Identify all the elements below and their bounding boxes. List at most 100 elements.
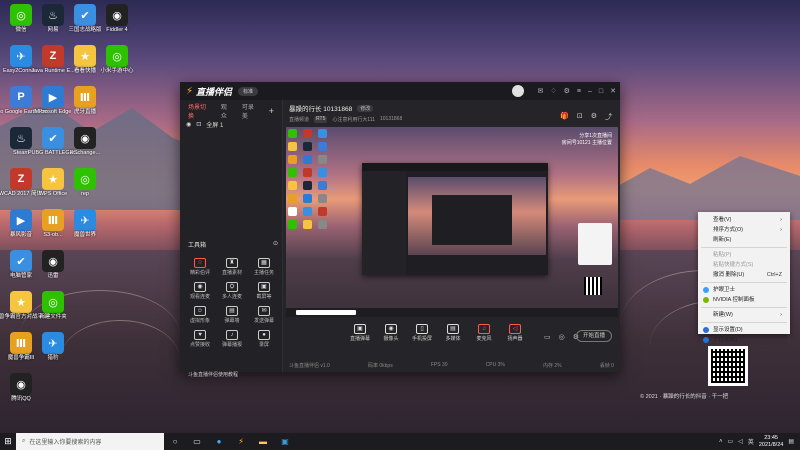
bottom-tool[interactable]: ▯ 手机投屏 <box>408 324 436 348</box>
network-icon[interactable]: ▭ <box>728 438 734 445</box>
start-live-button[interactable]: 开始直播 <box>576 330 612 342</box>
lock-icon[interactable]: ⊡ <box>196 121 201 128</box>
desktop-icon[interactable]: ▶ 暴风影音 <box>4 209 38 239</box>
share-icon[interactable]: ⤴ <box>605 112 612 122</box>
ime-indicator[interactable]: 英 <box>748 437 754 446</box>
cortana-icon[interactable]: ○ <box>164 433 186 450</box>
toolbox-item[interactable]: ♪ 弹幕播报 <box>216 330 248 348</box>
menu-icon[interactable]: ≡ <box>577 88 581 95</box>
bottom-tool[interactable]: ◁ 扬声器 <box>501 324 529 348</box>
context-menu-item[interactable]: 个性化(R) <box>698 335 790 345</box>
desktop-icon[interactable]: ◉ 腾讯QQ <box>4 373 38 403</box>
gift-box-icon[interactable]: 🎁 <box>560 112 569 122</box>
context-menu-item[interactable]: NVIDIA 控制面板 <box>698 295 790 305</box>
tool-icon: ▦ <box>258 258 270 268</box>
context-menu-item[interactable]: 粘贴快捷方式(S) <box>698 260 790 270</box>
toolbox-item[interactable]: ⛭ 多人连麦 <box>216 282 248 300</box>
desktop-icon[interactable]: ✔ 电脑管家 <box>4 250 38 280</box>
desktop-icon[interactable]: Ⅲ 魔兽争霸III <box>4 332 38 362</box>
lock-room-icon[interactable]: ⊡ <box>577 112 583 122</box>
toolbox-item[interactable]: ☺ 虚拟形象 <box>184 306 216 324</box>
desktop-icon[interactable]: Ⅲ 虎牙直播 <box>68 86 102 116</box>
tab-audience[interactable]: 观众 <box>221 102 233 120</box>
tab-scene[interactable]: 场景切换 <box>188 102 212 120</box>
desktop-icon[interactable]: ◎ 微信 <box>4 4 38 34</box>
toolbox-item[interactable]: ☆ 精彩伯评 <box>184 258 216 276</box>
context-menu-item[interactable]: 粘贴(P) <box>698 250 790 260</box>
desktop-icon[interactable]: ◉ Fiddler 4 <box>100 4 134 34</box>
livestream-app-icon[interactable]: ⚡ <box>230 433 252 450</box>
desktop-icon[interactable]: Z ZWCAD 2017 简体... <box>0 168 47 198</box>
app-logo: ⚡ 直播伴侣 <box>186 85 232 98</box>
app-icon[interactable]: ▣ <box>274 433 296 450</box>
desktop-icon[interactable]: ✈ 魔兽世界 <box>68 209 102 239</box>
toolbox-item[interactable]: ✉ 发送弹幕 <box>248 306 280 324</box>
toolbox-item[interactable]: ▦ 主播任务 <box>248 258 280 276</box>
settings-icon[interactable]: ⚙ <box>564 87 570 95</box>
context-menu-item[interactable]: 护眼卫士 <box>698 285 790 295</box>
desktop-icon[interactable]: ◉ 迅雷 <box>36 250 70 280</box>
tab-recordable[interactable]: 可录美 <box>242 102 260 120</box>
clock[interactable]: 23:45 2021/8/24 <box>759 435 783 448</box>
desktop-icon[interactable]: Ⅲ S3-ob... <box>36 209 70 239</box>
desktop-icon[interactable]: ◎ 小米手游中心 <box>100 45 134 75</box>
add-scene-icon[interactable]: + <box>269 106 274 116</box>
toolbox-item[interactable]: ▤ 弹幕墙 <box>216 306 248 324</box>
version-badge[interactable]: 标准 <box>238 86 259 96</box>
taskbar-search[interactable]: ⌕ 在这里输入你要搜索的内容 <box>16 433 164 450</box>
context-menu-item[interactable]: 刷新(E) <box>698 235 790 245</box>
desktop-icon[interactable]: ▶ Microsoft Edge <box>35 86 71 116</box>
notification-icon[interactable]: ▤ <box>788 438 794 445</box>
record-icon[interactable]: ◎ <box>559 333 565 341</box>
file-explorer-icon[interactable]: ▬ <box>252 433 274 450</box>
title-bar[interactable]: ⚡ 直播伴侣 标准 ✉ ♢ ⚙ ≡ – □ ✕ <box>180 82 620 100</box>
settings-icon[interactable]: ⚙ <box>591 112 597 122</box>
toolbox-item[interactable]: ♥ 点赞接收 <box>184 330 216 348</box>
context-menu-item[interactable]: 新建(W) › <box>698 310 790 320</box>
desktop-icon[interactable]: ★魔兽争霸官方对战平台 <box>0 291 49 321</box>
bottom-tool[interactable]: ▤ 多媒体 <box>439 324 467 348</box>
context-menu-item[interactable]: 撤消 删除(U) Ctrl+Z <box>698 270 790 280</box>
toolbox-item[interactable]: ♜ 直播素材 <box>216 258 248 276</box>
desktop-icon[interactable]: ✔ PUBG BATTLEGR... <box>28 127 78 157</box>
stream-preview[interactable]: 分享1次直播间 房间号10121 主播位置 <box>286 127 618 317</box>
task-view-icon[interactable]: ▭ <box>186 433 208 450</box>
live-companion-window[interactable]: ⚡ 直播伴侣 标准 ✉ ♢ ⚙ ≡ – □ ✕ 场景切换 观众 可录美 + ◉ … <box>180 82 620 378</box>
desktop-icon[interactable]: ★ WPS Office <box>36 168 70 198</box>
desktop-icon[interactable]: ★ 看看快播 <box>68 45 102 75</box>
promo-link[interactable]: 斗鱼直播伴侣使用教程 <box>188 371 238 378</box>
toolbox-item[interactable]: ◉ 观看连麦 <box>184 282 216 300</box>
avatar[interactable] <box>512 85 525 97</box>
context-menu-item[interactable]: 显示设置(D) <box>698 325 790 335</box>
qr-code <box>708 346 748 386</box>
desktop-icon[interactable]: Z Java Runtime E... <box>31 45 75 75</box>
room-edit-badge[interactable]: 修改 <box>357 104 374 112</box>
minimize-icon[interactable]: – <box>588 88 592 95</box>
desktop-icon[interactable]: ◎ rep <box>68 168 102 198</box>
desktop-icon[interactable]: ♨ 网易 <box>36 4 70 34</box>
room-category[interactable]: 直播频道 <box>289 116 309 123</box>
gift-icon[interactable]: ♢ <box>550 87 556 95</box>
context-menu-item[interactable]: 查看(V) › <box>698 215 790 225</box>
desktop-icon[interactable]: ◉ wSchange... <box>68 127 102 157</box>
close-icon[interactable]: ✕ <box>610 87 616 95</box>
toolbox-settings-icon[interactable]: ⊙ <box>273 240 278 249</box>
maximize-icon[interactable]: □ <box>599 88 603 95</box>
edge-icon[interactable]: ● <box>208 433 230 450</box>
desktop-icon[interactable]: PPro Google Earth Pro <box>0 86 47 116</box>
desktop-icon[interactable]: ◎ 新建文件夹 <box>36 291 70 321</box>
eye-icon[interactable]: ◉ <box>186 121 191 128</box>
camera-toggle-icon[interactable]: ▭ <box>544 333 551 341</box>
windows-start-icon[interactable]: ⊞ <box>0 433 16 450</box>
toolbox-item[interactable]: ▣ 截屏等 <box>248 282 280 300</box>
context-menu-item[interactable]: 排序方式(O) › <box>698 225 790 235</box>
bottom-tool[interactable]: ▣ 直播弹幕 <box>346 324 374 348</box>
desktop-icon[interactable]: ✔ 三国志战略版 <box>68 4 102 34</box>
bottom-tool[interactable]: ◉ 摄像头 <box>377 324 405 348</box>
bottom-tool[interactable]: ♫ 麦克风 <box>470 324 498 348</box>
tray-up-icon[interactable]: ˄ <box>719 439 723 445</box>
message-icon[interactable]: ✉ <box>537 87 543 95</box>
desktop-icon[interactable]: ✈ 猎豹 <box>36 332 70 362</box>
volume-icon[interactable]: ◁ <box>738 438 743 445</box>
toolbox-item[interactable]: ● 录屏 <box>248 330 280 348</box>
